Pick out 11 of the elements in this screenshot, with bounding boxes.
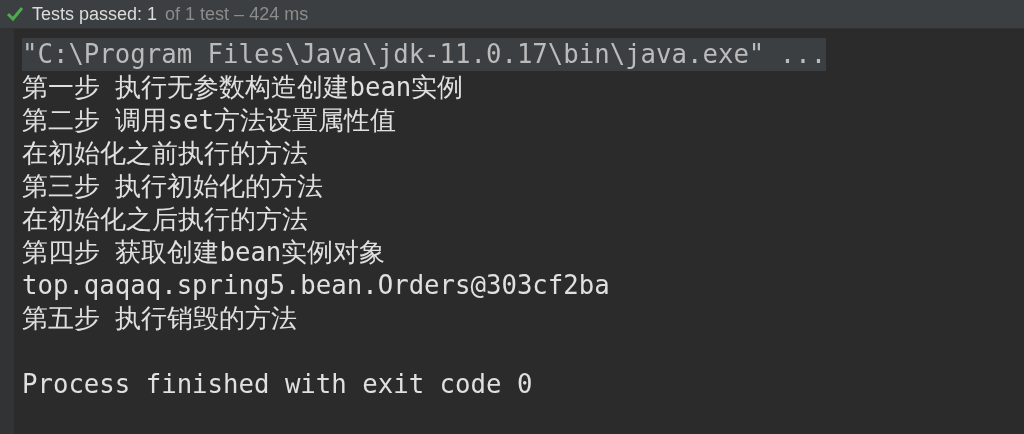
console-line: 第四步 获取创建bean实例对象 [22,236,386,269]
test-summary: Tests passed: 1 [32,3,158,25]
test-detail: of 1 test – 424 ms [165,3,309,25]
console-line: top.qaqaq.spring5.bean.Orders@303cf2ba [22,269,610,302]
console-line: 第一步 执行无参数构造创建bean实例 [22,71,464,104]
console-line: 在初始化之后执行的方法 [22,203,308,236]
console-line: 在初始化之前执行的方法 [22,137,308,170]
console-line: 第三步 执行初始化的方法 [22,170,324,203]
console-line: 第二步 调用set方法设置属性值 [22,104,396,137]
console-line: 第五步 执行销毁的方法 [22,302,298,335]
console-line: Process finished with exit code 0 [22,368,533,401]
